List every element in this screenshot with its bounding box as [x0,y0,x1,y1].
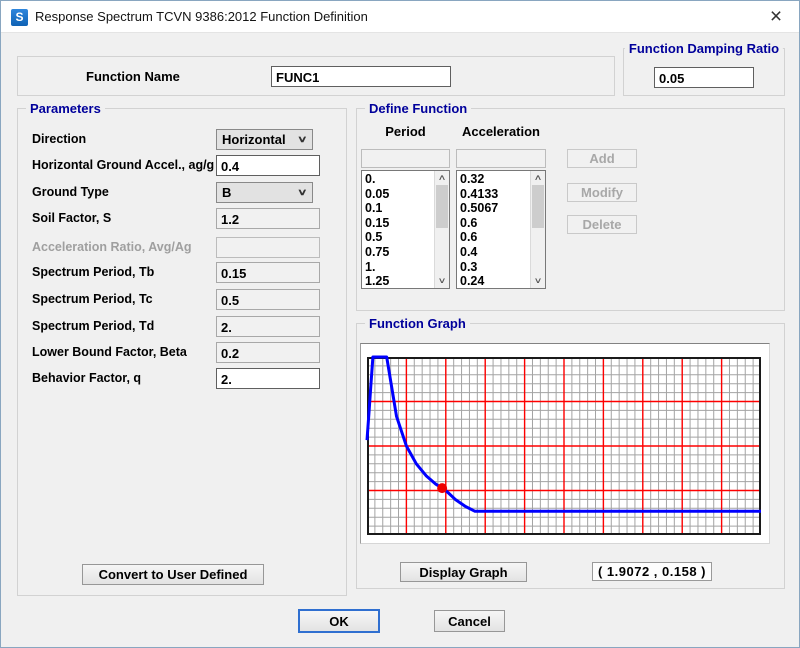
close-button[interactable]: × [753,1,799,33]
list-item[interactable]: 0.15 [365,216,434,231]
damping-group: Function Damping Ratio [623,48,785,96]
soil-factor-field [216,208,320,229]
list-item[interactable]: 0.4 [460,245,530,260]
acceleration-scrollbar[interactable]: ∧ ∨ [530,171,545,288]
period-entry-field [361,149,450,168]
scrollbar-track[interactable] [435,185,449,274]
list-item[interactable]: 0.5 [365,230,434,245]
list-item[interactable]: 1. [365,260,434,275]
delete-button: Delete [567,215,637,234]
list-item[interactable]: 0.1 [365,201,434,216]
list-item[interactable]: 0.6 [460,230,530,245]
ground-type-combo[interactable]: B ∨ [216,182,313,203]
acceleration-listbox[interactable]: 0.320.41330.50670.60.60.40.30.24 ∧ ∨ [456,170,546,289]
modify-button: Modify [567,183,637,202]
titlebar: S Response Spectrum TCVN 9386:2012 Funct… [1,1,799,33]
close-icon: × [770,5,782,28]
accel-ratio-label: Acceleration Ratio, Avg/Ag [32,237,192,257]
parameters-group: Parameters Direction Horizontal ∨ Horizo… [17,108,347,596]
add-button: Add [567,149,637,168]
list-item[interactable]: 0.4133 [460,187,530,202]
display-graph-button[interactable]: Display Graph [400,562,527,582]
acceleration-entry-field [456,149,546,168]
scrollbar-thumb[interactable] [532,185,544,228]
window-title: Response Spectrum TCVN 9386:2012 Functio… [35,1,368,33]
acceleration-list-items: 0.320.41330.50670.60.60.40.30.24 [457,171,530,288]
ok-button[interactable]: OK [298,609,380,633]
ground-type-label: Ground Type [32,182,109,202]
period-listbox[interactable]: 0.0.050.10.150.50.751.1.25 ∧ ∨ [361,170,450,289]
sap2000-app-icon: S [11,9,28,26]
function-name-label: Function Name [86,67,180,87]
spectrum-tc-field [216,289,320,310]
acceleration-header: Acceleration [456,124,546,139]
damping-group-label: Function Damping Ratio [625,41,783,56]
list-item[interactable]: 1.25 [365,274,434,288]
scrollbar-track[interactable] [531,185,545,274]
period-scrollbar[interactable]: ∧ ∨ [434,171,449,288]
behavior-factor-input[interactable] [216,368,320,389]
behavior-factor-label: Behavior Factor, q [32,368,141,388]
dialog-window: S Response Spectrum TCVN 9386:2012 Funct… [0,0,800,648]
ground-accel-label: Horizontal Ground Accel., ag/g [32,155,214,175]
direction-value: Horizontal [222,132,286,147]
define-function-group-label: Define Function [365,101,471,116]
graph-panel [360,343,770,544]
define-function-group: Define Function Period Acceleration 0.0.… [356,108,785,311]
function-graph-group: Function Graph Display Graph ( 1.9072 , … [356,323,785,589]
spectrum-td-label: Spectrum Period, Td [32,316,154,336]
period-list-items: 0.0.050.10.150.50.751.1.25 [362,171,434,288]
function-name-group: Function Name [17,56,615,96]
direction-label: Direction [32,129,86,149]
parameters-group-label: Parameters [26,101,105,116]
convert-to-user-defined-button[interactable]: Convert to User Defined [82,564,264,585]
scroll-down-icon[interactable]: ∨ [432,274,451,288]
spectrum-tb-label: Spectrum Period, Tb [32,262,154,282]
function-graph-group-label: Function Graph [365,316,470,331]
soil-factor-label: Soil Factor, S [32,208,111,228]
list-item[interactable]: 0.3 [460,260,530,275]
beta-field [216,342,320,363]
damping-ratio-input[interactable] [654,67,754,88]
ground-type-value: B [222,185,231,200]
ground-accel-input[interactable] [216,155,320,176]
scroll-up-icon[interactable]: ∧ [432,171,451,185]
spectrum-tb-field [216,262,320,283]
chevron-down-icon: ∨ [297,187,308,198]
accel-ratio-field [216,237,320,258]
cursor-readout: ( 1.9072 , 0.158 ) [592,562,712,581]
period-header: Period [361,124,450,139]
chevron-down-icon: ∨ [297,134,308,145]
spectrum-td-field [216,316,320,337]
function-name-input[interactable] [271,66,451,87]
list-item[interactable]: 0. [365,172,434,187]
scroll-up-icon[interactable]: ∧ [528,171,547,185]
list-item[interactable]: 0.6 [460,216,530,231]
cursor-marker [437,483,447,493]
list-item[interactable]: 0.24 [460,274,530,288]
function-graph-plot[interactable] [367,357,761,535]
scroll-down-icon[interactable]: ∨ [528,274,547,288]
direction-combo[interactable]: Horizontal ∨ [216,129,313,150]
spectrum-tc-label: Spectrum Period, Tc [32,289,153,309]
list-item[interactable]: 0.32 [460,172,530,187]
cancel-button[interactable]: Cancel [434,610,505,632]
beta-label: Lower Bound Factor, Beta [32,342,187,362]
list-item[interactable]: 0.05 [365,187,434,202]
scrollbar-thumb[interactable] [436,185,448,228]
list-item[interactable]: 0.5067 [460,201,530,216]
list-item[interactable]: 0.75 [365,245,434,260]
